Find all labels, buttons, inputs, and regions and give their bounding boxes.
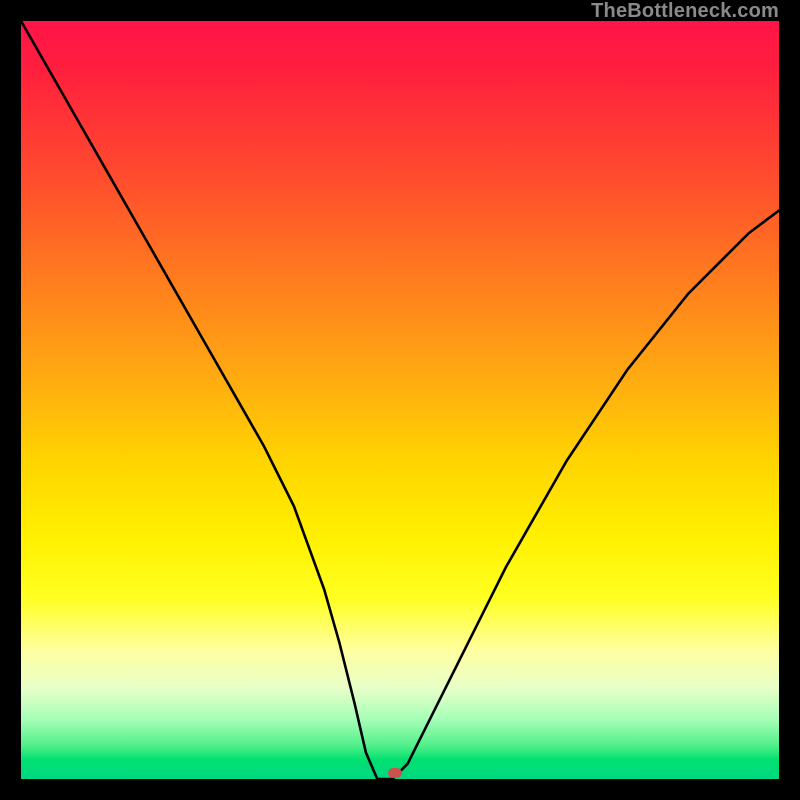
chart-frame: TheBottleneck.com [0,0,800,800]
optimum-marker [388,768,402,778]
watermark-text: TheBottleneck.com [591,0,779,23]
gradient-plot-area [21,21,779,779]
